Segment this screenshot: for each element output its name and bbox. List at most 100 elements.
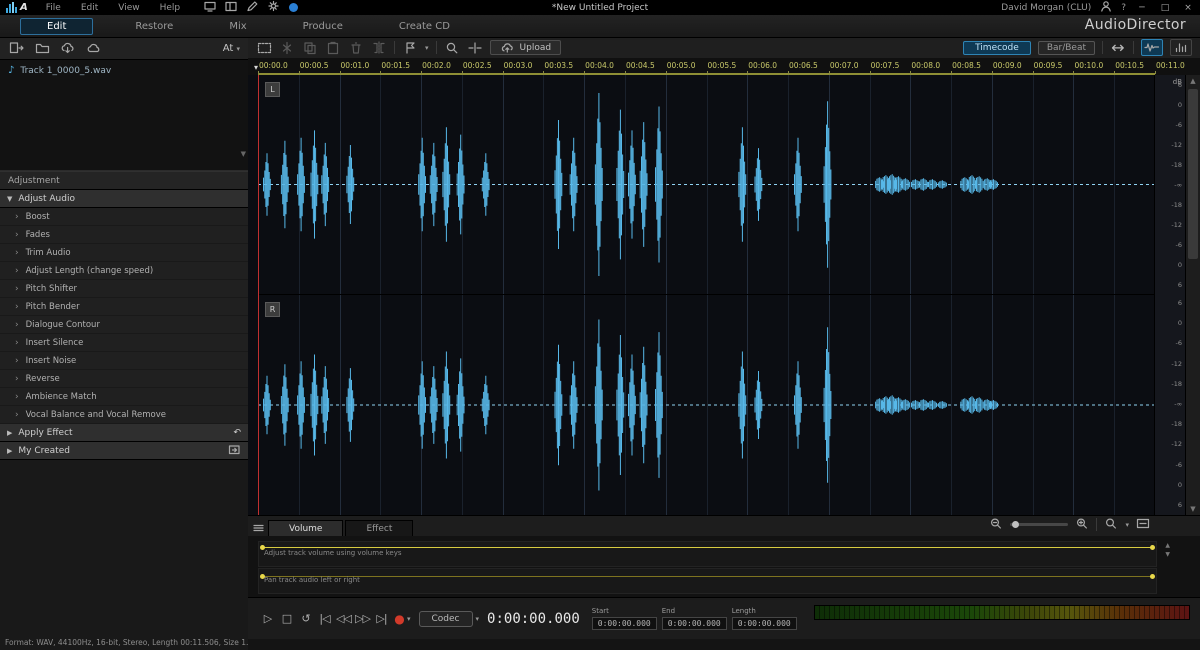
record-options-dropdown-icon[interactable]: ▾ xyxy=(407,615,411,623)
pan-envelope-line[interactable] xyxy=(261,576,1154,577)
zoom-tool-icon[interactable] xyxy=(444,40,460,55)
text-size-tool[interactable]: At ▾ xyxy=(223,43,240,54)
ab-compare-icon[interactable] xyxy=(467,40,483,55)
import-folder-icon[interactable] xyxy=(34,41,50,56)
adjust-audio-item[interactable]: ›Ambience Match xyxy=(0,388,248,405)
codec-button[interactable]: Codec xyxy=(419,611,473,627)
scroll-lock-icon[interactable]: ↔ xyxy=(1110,40,1126,55)
adjust-audio-item[interactable]: ›Pitch Bender xyxy=(0,298,248,315)
user-name[interactable]: David Morgan (CLU) xyxy=(1001,3,1091,13)
user-avatar-icon[interactable] xyxy=(1100,0,1112,15)
scrollbar-thumb[interactable] xyxy=(1188,89,1198,259)
adjust-audio-item[interactable]: ›Fades xyxy=(0,226,248,243)
scroll-down-icon[interactable]: ▼ xyxy=(1186,505,1200,513)
forward-button[interactable]: ▷▷ xyxy=(353,612,372,625)
keyframe-scroll-down-icon[interactable]: ▼ xyxy=(1165,551,1170,558)
menu-edit[interactable]: Edit xyxy=(71,3,108,13)
channel-right[interactable]: R xyxy=(258,295,1155,515)
menu-help[interactable]: Help xyxy=(150,3,191,13)
tracklist-scroll-down-icon[interactable]: ▼ xyxy=(241,150,246,158)
start-value[interactable]: 0:00:00.000 xyxy=(592,617,657,630)
close-button[interactable]: × xyxy=(1181,3,1195,13)
notification-icon[interactable] xyxy=(289,3,298,12)
rewind-button[interactable]: ◁◁ xyxy=(334,612,353,625)
playhead-line[interactable] xyxy=(258,75,259,515)
track-list-item[interactable]: ♪ Track 1_0000_5.wav xyxy=(0,60,248,81)
fit-timeline-icon[interactable] xyxy=(1136,515,1150,534)
trim-icon[interactable] xyxy=(371,40,387,55)
range-select-tool-icon[interactable] xyxy=(256,40,272,55)
marker-tool-icon[interactable] xyxy=(402,40,418,55)
pan-keyframe-row[interactable]: Pan track audio left or right xyxy=(258,568,1157,594)
help-button[interactable]: ? xyxy=(1121,3,1126,13)
length-value[interactable]: 0:00:00.000 xyxy=(732,617,797,630)
tab-mix[interactable]: Mix xyxy=(215,19,260,34)
cloud-download-icon[interactable] xyxy=(60,41,76,56)
tab-create-cd[interactable]: Create CD xyxy=(385,19,464,34)
adjust-audio-item[interactable]: ›Vocal Balance and Vocal Remove xyxy=(0,406,248,423)
adjust-audio-item[interactable]: ›Reverse xyxy=(0,370,248,387)
zoom-slider[interactable] xyxy=(1010,523,1068,526)
section-my-created[interactable]: ▶ My Created xyxy=(0,442,248,460)
adjust-audio-item[interactable]: ›Insert Noise xyxy=(0,352,248,369)
stop-button[interactable]: □ xyxy=(277,612,296,625)
minimize-button[interactable]: ─ xyxy=(1135,3,1149,13)
zoom-mode-dropdown-icon[interactable]: ▾ xyxy=(1125,521,1129,529)
upload-button[interactable]: Upload xyxy=(490,40,562,55)
play-button[interactable]: ▷ xyxy=(258,612,277,625)
tab-effect[interactable]: Effect xyxy=(345,520,413,537)
keyframe-scroll-up-icon[interactable]: ▲ xyxy=(1165,542,1170,549)
waveform-view-toggle[interactable] xyxy=(1141,39,1163,56)
end-value[interactable]: 0:00:00.000 xyxy=(662,617,727,630)
scroll-up-icon[interactable]: ▲ xyxy=(1186,77,1200,85)
tab-produce[interactable]: Produce xyxy=(289,19,357,34)
adjust-audio-item[interactable]: ›Trim Audio xyxy=(0,244,248,261)
record-button[interactable]: ● xyxy=(391,612,407,626)
zoom-mode-icon[interactable] xyxy=(1104,515,1118,534)
adjust-audio-item[interactable]: ›Pitch Shifter xyxy=(0,280,248,297)
menu-file[interactable]: File xyxy=(36,3,71,13)
paste-icon[interactable] xyxy=(325,40,341,55)
menu-view[interactable]: View xyxy=(108,3,149,13)
volume-keyframe-row[interactable]: Adjust track volume using volume keys xyxy=(258,541,1157,567)
timeline-ruler[interactable]: ▾ 00:00.000:00.500:01.000:01.500:02.000:… xyxy=(248,58,1200,76)
barbeat-button[interactable]: Bar/Beat xyxy=(1038,41,1095,55)
zoom-slider-thumb[interactable] xyxy=(1012,521,1019,528)
timecode-button[interactable]: Timecode xyxy=(963,41,1031,55)
zoom-out-icon[interactable] xyxy=(989,515,1003,534)
tab-volume[interactable]: Volume xyxy=(268,520,343,537)
waveform-area[interactable]: L R xyxy=(248,75,1200,515)
vertical-scrollbar[interactable]: ▲ ▼ xyxy=(1185,75,1200,515)
codec-dropdown-icon[interactable]: ▾ xyxy=(476,615,480,623)
channel-left[interactable]: L xyxy=(258,75,1155,295)
zoom-in-icon[interactable] xyxy=(1075,515,1089,534)
adjust-audio-item[interactable]: ›Insert Silence xyxy=(0,334,248,351)
copy-icon[interactable] xyxy=(302,40,318,55)
volume-envelope-line[interactable] xyxy=(261,547,1154,548)
export-preset-icon[interactable] xyxy=(228,444,241,458)
adjust-audio-item[interactable]: ›Boost xyxy=(0,208,248,225)
adjust-audio-item[interactable]: ›Adjust Length (change speed) xyxy=(0,262,248,279)
cloud-icon[interactable] xyxy=(86,41,102,56)
adjust-audio-item[interactable]: ›Dialogue Contour xyxy=(0,316,248,333)
section-adjust-audio[interactable]: ▼ Adjust Audio xyxy=(0,190,248,208)
tab-restore[interactable]: Restore xyxy=(121,19,187,34)
gear-icon[interactable] xyxy=(267,0,280,15)
pen-icon[interactable] xyxy=(246,1,258,15)
maximize-button[interactable]: □ xyxy=(1158,3,1172,13)
go-to-start-button[interactable]: |◁ xyxy=(315,612,334,625)
cut-icon[interactable] xyxy=(279,40,295,55)
apply-effect-action-icon[interactable]: ↶ xyxy=(233,428,241,438)
import-media-icon[interactable] xyxy=(8,41,24,56)
marker-dropdown-icon[interactable]: ▾ xyxy=(425,44,429,52)
layout-icon[interactable] xyxy=(225,1,237,15)
delete-icon[interactable] xyxy=(348,40,364,55)
tab-edit[interactable]: Edit xyxy=(20,18,93,35)
loop-button[interactable]: ↺ xyxy=(296,612,315,625)
keyframe-dot[interactable] xyxy=(1150,545,1155,550)
go-to-end-button[interactable]: ▷| xyxy=(372,612,391,625)
spectral-view-toggle[interactable] xyxy=(1170,39,1192,56)
section-apply-effect[interactable]: ▶ Apply Effect ↶ xyxy=(0,424,248,442)
display-settings-icon[interactable] xyxy=(204,1,216,15)
keyframe-dot[interactable] xyxy=(1150,574,1155,579)
